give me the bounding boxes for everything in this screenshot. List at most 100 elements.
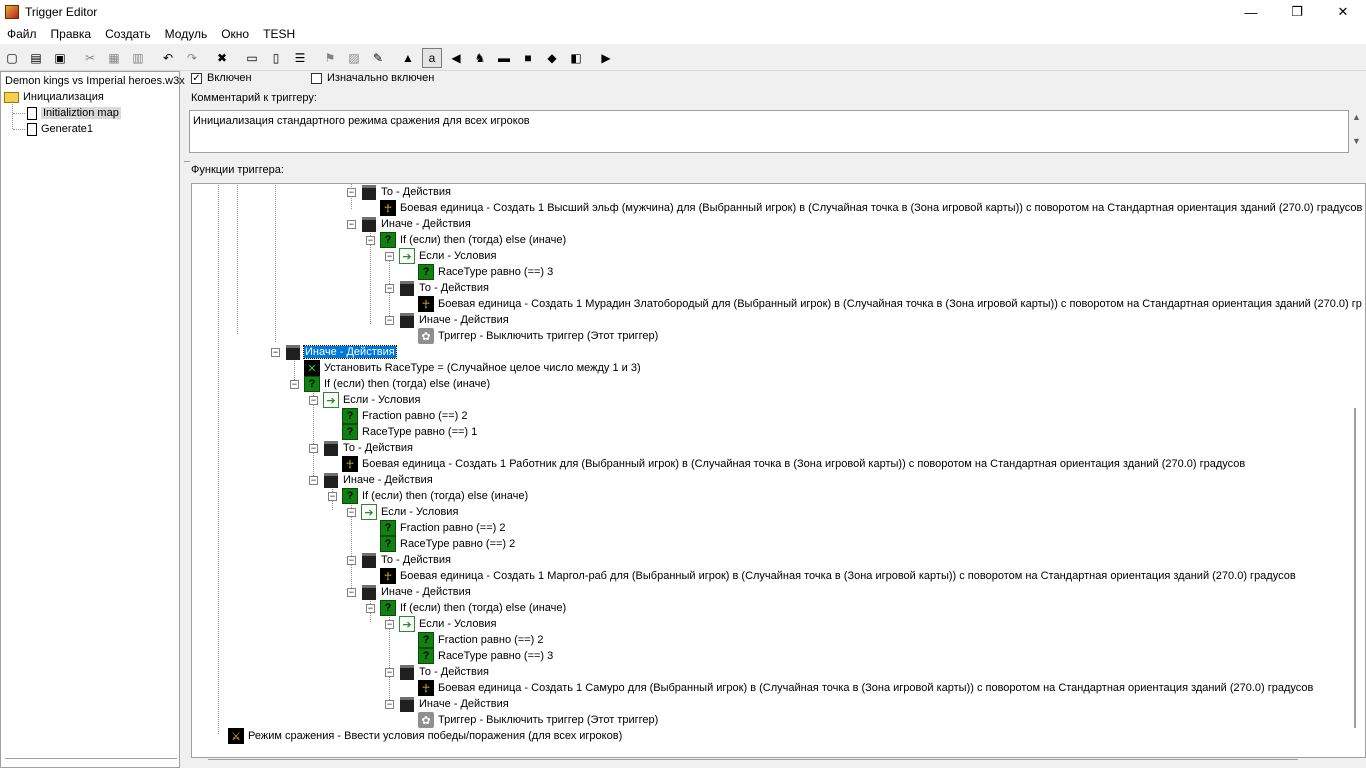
function-node[interactable]: − То - Действия (347, 184, 452, 200)
function-node[interactable]: ☥ Боевая единица - Создать 1 Маргол-раб д… (366, 568, 1297, 584)
collapse-icon[interactable]: − (385, 283, 394, 293)
function-node[interactable]: − Иначе - Действия (347, 584, 472, 600)
function-node[interactable]: ☥ Боевая единица - Создать 1 Работник для… (328, 456, 1246, 472)
minimize-button[interactable]: — (1228, 0, 1274, 24)
collapse-icon[interactable]: − (385, 619, 394, 629)
new-condition-icon[interactable]: ▨ (344, 48, 364, 68)
function-node[interactable]: ✕ Установить RaceType = (Случайное целое … (290, 360, 642, 376)
new-comment-icon[interactable]: ☰ (290, 48, 310, 68)
function-node[interactable]: − ➔ Если - Условия (347, 504, 459, 520)
scroll-down-icon[interactable]: ▼ (1352, 136, 1364, 146)
function-node[interactable]: ? RaceType равно (==) 2 (366, 536, 516, 552)
horizontal-scrollbar-track[interactable] (208, 759, 1298, 760)
trigger-functions-tree[interactable]: − То - Действия ☥ Боевая единица - Создать … (191, 183, 1366, 758)
function-node[interactable]: − Иначе - Действия (385, 312, 510, 328)
trigger-item-generate1[interactable]: Generate1 (27, 121, 93, 137)
function-node[interactable]: −? If (если) then (тогда) else (иначе) (328, 488, 529, 504)
new-category-icon[interactable]: ▭ (242, 48, 262, 68)
collapse-icon[interactable]: − (309, 443, 318, 453)
menu-create[interactable]: Создать (98, 27, 158, 41)
campaign-editor-icon[interactable]: ▬ (494, 48, 514, 68)
scroll-up-icon[interactable]: ▲ (1352, 112, 1364, 122)
map-name[interactable]: Demon kings vs Imperial heroes.w3x (5, 73, 185, 89)
function-node[interactable]: − То - Действия (309, 440, 414, 456)
new-event-icon[interactable]: ⚑ (320, 48, 340, 68)
function-node[interactable]: − Иначе - Действия (271, 344, 397, 360)
function-node[interactable]: − То - Действия (385, 280, 490, 296)
maximize-button[interactable]: ❐ (1274, 0, 1320, 24)
ai-editor-icon[interactable]: ■ (518, 48, 538, 68)
object-editor-icon[interactable]: ♞ (470, 48, 490, 68)
function-node[interactable]: − Иначе - Действия (385, 696, 510, 712)
category-initialization[interactable]: Инициализация (4, 89, 104, 105)
function-node[interactable]: − То - Действия (385, 664, 490, 680)
function-node[interactable]: ? Fraction равно (==) 2 (328, 408, 468, 424)
function-node[interactable]: ☥ Боевая единица - Создать 1 Высший эльф … (366, 200, 1363, 216)
object-manager-icon[interactable]: ◆ (542, 48, 562, 68)
collapse-icon[interactable]: − (347, 219, 356, 229)
collapse-icon[interactable]: − (385, 251, 394, 261)
copy-icon[interactable]: ▦ (104, 48, 124, 68)
function-node[interactable]: ? Fraction равно (==) 2 (366, 520, 506, 536)
test-map-icon[interactable]: ▶ (596, 48, 616, 68)
function-node[interactable]: ✿ Триггер - Выключить триггер (Этот тригг… (404, 712, 659, 728)
menu-file[interactable]: Файл (0, 27, 44, 41)
function-node[interactable]: −? If (если) then (тогда) else (иначе) (290, 376, 491, 392)
collapse-icon[interactable]: − (347, 187, 356, 197)
function-node[interactable]: −? If (если) then (тогда) else (иначе) (366, 232, 567, 248)
collapse-icon[interactable]: − (366, 235, 375, 245)
function-node[interactable]: ✿ Триггер - Выключить триггер (Этот тригг… (404, 328, 659, 344)
function-node[interactable]: − ➔ Если - Условия (385, 248, 497, 264)
function-node[interactable]: ? RaceType равно (==) 3 (404, 648, 554, 664)
collapse-icon[interactable]: − (328, 491, 337, 501)
new-trigger-icon[interactable]: ▯ (266, 48, 286, 68)
redo-icon[interactable]: ↷ (182, 48, 202, 68)
paste-icon[interactable]: ▥ (128, 48, 148, 68)
collapse-icon[interactable]: − (290, 379, 299, 389)
collapse-icon[interactable]: − (309, 395, 318, 405)
initially-on-checkbox[interactable]: Изначально включен (311, 72, 434, 84)
delete-icon[interactable]: ✖ (212, 48, 232, 68)
menu-edit[interactable]: Правка (44, 27, 99, 41)
collapse-icon[interactable]: − (347, 555, 356, 565)
comment-scrollbar[interactable]: ▲ ▼ (1352, 112, 1364, 152)
collapse-icon[interactable]: − (347, 507, 356, 517)
collapse-icon[interactable]: − (309, 475, 318, 485)
collapse-icon[interactable]: − (385, 667, 394, 677)
terrain-editor-icon[interactable]: ▲ (398, 48, 418, 68)
function-node[interactable]: ☥ Боевая единица - Создать 1 Мурадин Злат… (404, 296, 1363, 312)
undo-icon[interactable]: ↶ (158, 48, 178, 68)
vertical-scrollbar-thumb[interactable] (1354, 408, 1356, 728)
trigger-editor-icon[interactable]: a (422, 47, 442, 68)
function-node[interactable]: − Иначе - Действия (309, 472, 434, 488)
enabled-checkbox[interactable]: ✓ Включен (191, 72, 252, 84)
open-icon[interactable]: ▤ (26, 48, 46, 68)
new-icon[interactable]: ▢ (2, 48, 22, 68)
new-action-icon[interactable]: ✎ (368, 48, 388, 68)
function-node[interactable]: −? If (если) then (тогда) else (иначе) (366, 600, 567, 616)
collapse-icon[interactable]: − (385, 315, 394, 325)
collapse-icon[interactable]: − (385, 699, 394, 709)
function-node[interactable]: ? RaceType равно (==) 1 (328, 424, 478, 440)
function-node[interactable]: − То - Действия (347, 552, 452, 568)
save-icon[interactable]: ▣ (50, 48, 70, 68)
sound-editor-icon[interactable]: ◀ (446, 48, 466, 68)
function-node[interactable]: − ➔ Если - Условия (385, 616, 497, 632)
function-node[interactable]: − ➔ Если - Условия (309, 392, 421, 408)
import-manager-icon[interactable]: ◧ (566, 48, 586, 68)
menu-window[interactable]: Окно (214, 27, 256, 41)
function-node[interactable]: ? Fraction равно (==) 2 (404, 632, 544, 648)
cut-icon[interactable]: ✂ (80, 48, 100, 68)
menu-module[interactable]: Модуль (158, 27, 215, 41)
collapse-icon[interactable]: − (366, 603, 375, 613)
menu-tesh[interactable]: TESH (256, 27, 302, 41)
trigger-item-initialization-map[interactable]: Initializtion map (27, 105, 121, 121)
function-node[interactable]: ⚔ Режим сражения - Ввести условия победы/… (214, 728, 623, 744)
close-button[interactable]: ✕ (1320, 0, 1366, 24)
function-node[interactable]: ? RaceType равно (==) 3 (404, 264, 554, 280)
collapse-icon[interactable]: − (347, 587, 356, 597)
comment-textarea[interactable]: Инициализация стандартного режима сражен… (189, 110, 1349, 153)
function-node[interactable]: ☥ Боевая единица - Создать 1 Самуро для (… (404, 680, 1314, 696)
collapse-icon[interactable]: − (271, 347, 280, 357)
function-node[interactable]: − Иначе - Действия (347, 216, 472, 232)
